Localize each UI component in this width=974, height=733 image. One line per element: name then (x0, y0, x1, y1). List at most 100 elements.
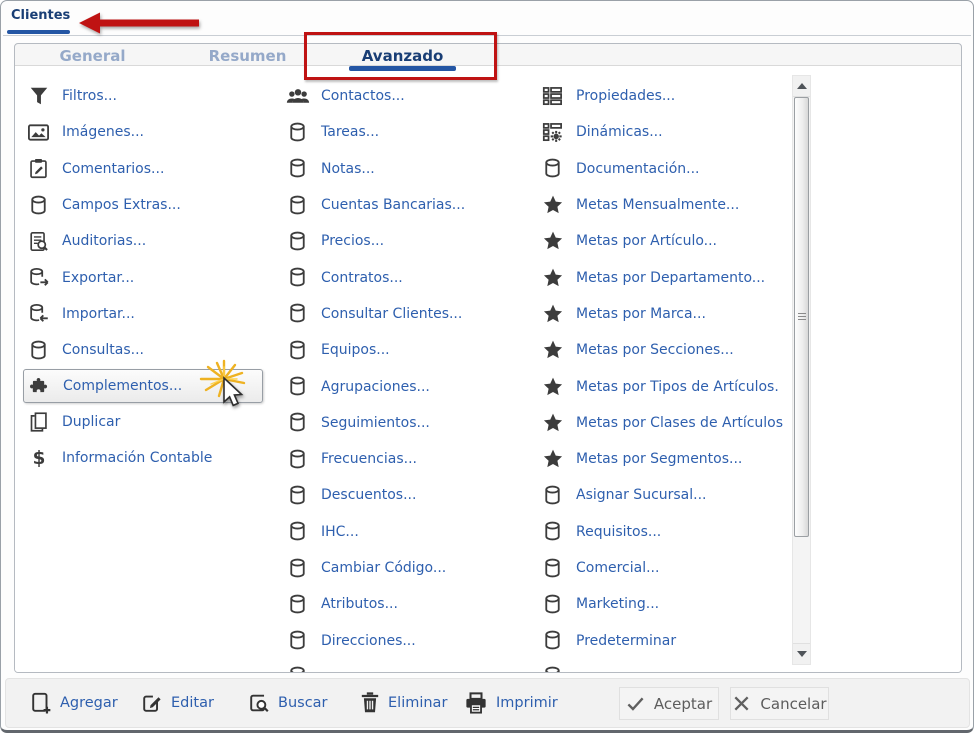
menu-item-precios[interactable]: Precios... (282, 223, 465, 259)
menu-item-predeterminar[interactable]: Predeterminar (537, 622, 783, 658)
menu-item-metas-por-tipos-de-articulos[interactable]: Metas por Tipos de Artículos. (537, 368, 783, 404)
menu-item-imagenes[interactable]: Imágenes... (23, 114, 263, 150)
vertical-scrollbar[interactable] (792, 75, 811, 665)
database-icon (284, 157, 311, 180)
menu-item-label: Propiedades... (576, 88, 676, 105)
database-icon (539, 665, 566, 672)
menu-item-equipos[interactable]: Equipos... (282, 332, 465, 368)
database-icon (539, 484, 566, 507)
dollar-icon: $ (25, 446, 52, 470)
database-icon (284, 230, 311, 253)
menu-item-importar[interactable]: Importar... (23, 296, 263, 332)
menu-item-label: Comentarios... (62, 160, 165, 177)
menu-item-exportar[interactable]: Exportar... (23, 259, 263, 295)
menu-item-label: Requisitos... (576, 523, 662, 540)
menu-item-label: Filtros... (62, 88, 117, 105)
editar-button[interactable]: Editar (141, 691, 214, 715)
menu-item-auditorias[interactable]: Auditorias... (23, 223, 263, 259)
window-tab-clientes[interactable]: Clientes (11, 8, 70, 23)
eliminar-button[interactable]: Eliminar (360, 691, 447, 715)
menu-item-label: Tareas... (321, 124, 380, 141)
menu-item-agrupaciones[interactable]: Agrupaciones... (282, 368, 465, 404)
menu-item-label: Dinámicas... (576, 124, 663, 141)
cancelar-button[interactable]: Cancelar (730, 687, 829, 720)
scroll-up-button[interactable] (793, 76, 810, 97)
menu-column-3: Propiedades... Dinámicas... Documentación.… (537, 78, 783, 672)
dynamics-gear-icon (539, 121, 566, 143)
svg-text:$: $ (32, 448, 45, 469)
menu-item-label: IHC... (321, 523, 359, 540)
menu-item-marketing[interactable]: Marketing... (537, 586, 783, 622)
menu-item-label: Complementos... (63, 378, 183, 395)
import-icon (25, 302, 52, 325)
imprimir-button[interactable]: Imprimir (464, 692, 558, 714)
menu-item-contratos[interactable]: Contratos... (282, 259, 465, 295)
scroll-down-button[interactable] (793, 643, 810, 664)
menu-item-label: Contactos... (321, 88, 405, 105)
tab-general[interactable]: General (15, 44, 170, 65)
menu-item-campos-extras[interactable]: Campos Extras... (23, 187, 263, 223)
export-icon (25, 266, 52, 289)
menu-item-metas-por-clases-de-articulos[interactable]: Metas por Clases de Artículos (537, 405, 783, 441)
menu-column-2: Contactos... Tareas... Notas... Cuentas Ban… (282, 78, 465, 672)
triangle-up-icon (796, 83, 807, 89)
menu-item-label: Auditorias... (62, 233, 147, 250)
advanced-options-panel: General Resumen Avanzado Filtros... Imágene… (14, 43, 962, 673)
menu-item-metas-por-departamento[interactable]: Metas por Departamento... (537, 259, 783, 295)
menu-item-partial[interactable] (282, 659, 465, 672)
menu-item-comentarios[interactable]: Comentarios... (23, 151, 263, 187)
menu-item-label: Agrupaciones... (321, 378, 430, 395)
menu-item-label: Asignar Sucursal... (576, 487, 707, 504)
menu-item-atributos[interactable]: Atributos... (282, 586, 465, 622)
footer-action-label: Agregar (60, 695, 118, 711)
menu-item-informacion-contable[interactable]: $ Información Contable (23, 440, 263, 476)
menu-item-metas-por-marca[interactable]: Metas por Marca... (537, 296, 783, 332)
menu-panel-body: Filtros... Imágenes... Comentarios... Campo… (15, 65, 961, 672)
menu-item-consultar-clientes[interactable]: Consultar Clientes... (282, 296, 465, 332)
menu-item-label: Cambiar Código... (321, 560, 447, 576)
menu-item-partial[interactable] (537, 659, 783, 672)
menu-item-ihc[interactable]: IHC... (282, 514, 465, 550)
check-icon (626, 694, 645, 713)
menu-item-complementos[interactable]: Complementos... (23, 369, 263, 404)
star-icon (539, 448, 566, 470)
footer-action-label: Eliminar (388, 695, 448, 711)
menu-item-metas-por-segmentos[interactable]: Metas por Segmentos... (537, 441, 783, 477)
menu-item-label: Metas por Marca... (576, 305, 706, 322)
menu-item-direcciones[interactable]: Direcciones... (282, 622, 465, 658)
menu-item-notas[interactable]: Notas... (282, 151, 465, 187)
menu-item-propiedades[interactable]: Propiedades... (537, 78, 783, 114)
menu-item-requisitos[interactable]: Requisitos... (537, 514, 783, 550)
menu-item-filtros[interactable]: Filtros... (23, 78, 263, 114)
scrollbar-thumb[interactable] (794, 97, 809, 537)
menu-item-documentacion[interactable]: Documentación... (537, 151, 783, 187)
menu-item-dinamicas[interactable]: Dinámicas... (537, 114, 783, 150)
database-icon (539, 157, 566, 180)
menu-item-label: Precios... (321, 233, 385, 250)
database-icon (539, 520, 566, 543)
menu-item-frecuencias[interactable]: Frecuencias... (282, 441, 465, 477)
agregar-button[interactable]: Agregar (30, 691, 118, 715)
menu-item-comercial[interactable]: Comercial... (537, 550, 783, 586)
menu-item-label: Direcciones... (321, 632, 416, 649)
menu-item-tareas[interactable]: Tareas... (282, 114, 465, 150)
tab-resumen[interactable]: Resumen (170, 44, 325, 65)
menu-item-asignar-sucursal[interactable]: Asignar Sucursal... (537, 477, 783, 513)
menu-item-cambiar-codigo[interactable]: Cambiar Código... (282, 550, 465, 586)
buscar-button[interactable]: Buscar (248, 691, 328, 715)
star-icon (539, 303, 566, 325)
menu-item-label: Información Contable (62, 449, 213, 466)
menu-item-metas-por-articulo[interactable]: Metas por Artículo... (537, 223, 783, 259)
menu-column-1: Filtros... Imágenes... Comentarios... Campo… (23, 78, 263, 476)
annotation-box (304, 32, 497, 80)
menu-item-metas-mensualmente[interactable]: Metas Mensualmente... (537, 187, 783, 223)
menu-item-label: Metas por Secciones... (576, 342, 734, 359)
menu-item-duplicar[interactable]: Duplicar (23, 403, 263, 439)
menu-item-cuentas-bancarias[interactable]: Cuentas Bancarias... (282, 187, 465, 223)
menu-item-contactos[interactable]: Contactos... (282, 78, 465, 114)
aceptar-button[interactable]: Aceptar (619, 687, 719, 720)
menu-item-descuentos[interactable]: Descuentos... (282, 477, 465, 513)
menu-item-consultas[interactable]: Consultas... (23, 332, 263, 368)
menu-item-seguimientos[interactable]: Seguimientos... (282, 405, 465, 441)
menu-item-metas-por-secciones[interactable]: Metas por Secciones... (537, 332, 783, 368)
